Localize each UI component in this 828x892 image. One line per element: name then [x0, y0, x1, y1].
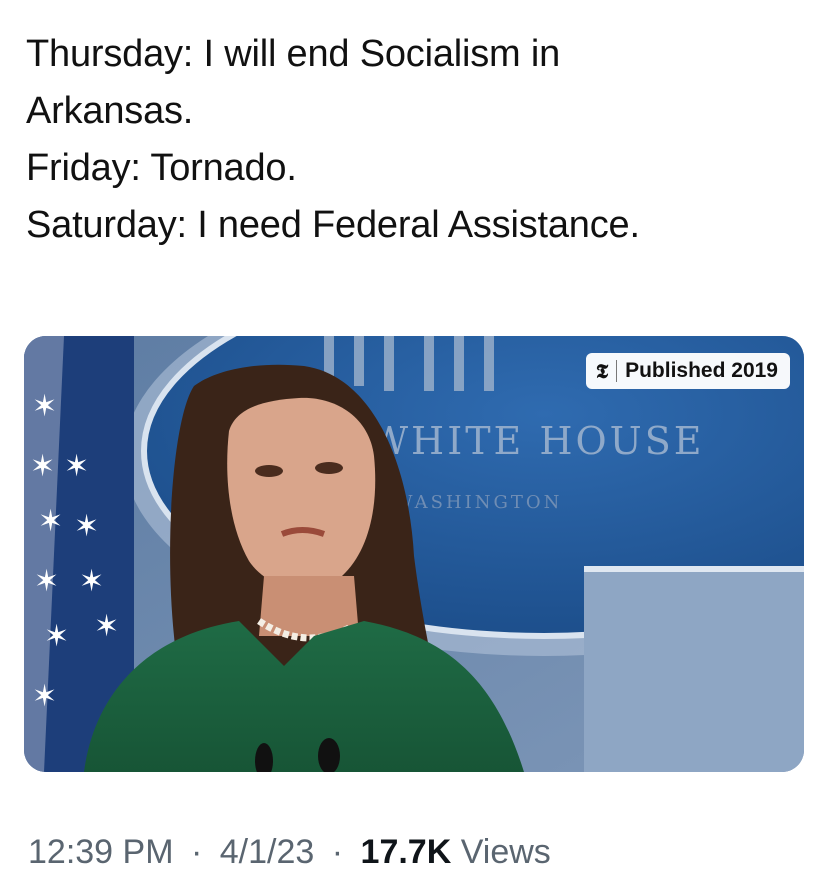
badge-divider [616, 360, 618, 382]
tweet-line-4: Saturday: I need Federal Assistance. [26, 204, 640, 246]
tweet-media-image[interactable]: WHITE HOUSE WASHINGTON ✶ ✶ ✶ ✶ ✶ ✶ ✶ ✶ ✶… [24, 336, 804, 772]
views-label: Views [460, 833, 551, 871]
published-badge: 𝕿 Published 2019 [585, 353, 790, 389]
tweet-date[interactable]: 4/1/23 [220, 833, 315, 871]
tweet-line-1: Thursday: I will end Socialism in [26, 33, 561, 75]
svg-text:✶: ✶ [79, 564, 104, 599]
svg-text:✶: ✶ [74, 509, 99, 544]
tweet-text: Thursday: I will end Socialism in Arkans… [26, 26, 806, 254]
sign-text-white-house: WHITE HOUSE [369, 419, 704, 463]
tweet-time[interactable]: 12:39 PM [28, 833, 174, 871]
sign-text-washington: WASHINGTON [394, 492, 562, 513]
tweet-line-2: Arkansas. [26, 90, 194, 132]
media-photo: WHITE HOUSE WASHINGTON ✶ ✶ ✶ ✶ ✶ ✶ ✶ ✶ ✶… [24, 336, 804, 772]
nyt-logo-icon: 𝕿 [595, 359, 609, 383]
svg-text:✶: ✶ [38, 504, 63, 539]
svg-text:✶: ✶ [64, 449, 89, 484]
svg-text:✶: ✶ [94, 609, 119, 644]
tweet-meta: 12:39 PM · 4/1/23 · 17.7K Views [28, 833, 551, 872]
svg-text:✶: ✶ [32, 389, 57, 424]
published-label: Published 2019 [625, 359, 778, 382]
meta-separator-1: · [190, 833, 203, 871]
views-count[interactable]: 17.7K [361, 833, 452, 871]
meta-separator-2: · [331, 833, 344, 871]
tweet-line-3: Friday: Tornado. [26, 147, 297, 189]
svg-text:✶: ✶ [34, 564, 59, 599]
svg-text:✶: ✶ [44, 619, 69, 654]
svg-text:✶: ✶ [30, 449, 55, 484]
svg-text:✶: ✶ [32, 679, 57, 714]
